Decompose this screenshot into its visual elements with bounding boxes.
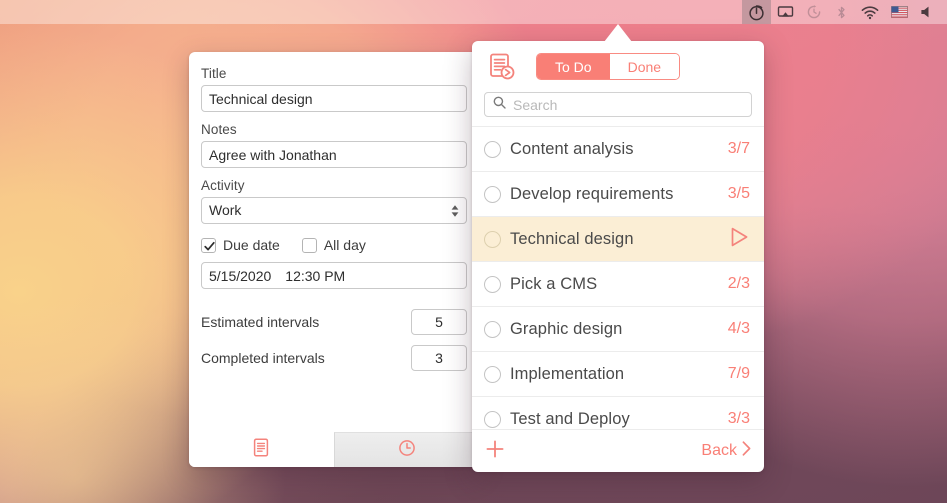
- task-title: Implementation: [510, 364, 625, 383]
- popover-arrow: [604, 24, 632, 42]
- task-row-selected[interactable]: Technical design: [472, 216, 764, 261]
- volume-icon[interactable]: [914, 0, 939, 24]
- completed-intervals-label: Completed intervals: [201, 350, 325, 366]
- input-flag-icon[interactable]: [885, 0, 914, 24]
- task-title: Test and Deploy: [510, 409, 630, 428]
- task-title: Graphic design: [510, 319, 623, 338]
- task-interval-count: 3/7: [727, 140, 750, 157]
- task-row[interactable]: Content analysis 3/7: [472, 126, 764, 171]
- estimated-intervals-row: Estimated intervals 5: [201, 309, 467, 335]
- clock-icon: [398, 439, 416, 462]
- task-row[interactable]: Implementation 7/9: [472, 351, 764, 396]
- due-time-value: 12:30 PM: [285, 267, 346, 284]
- title-label: Title: [201, 66, 227, 81]
- task-complete-radio[interactable]: [484, 275, 501, 293]
- task-list-popover: To Do Done Search Content analysis 3/7 D…: [472, 41, 764, 472]
- segment-done[interactable]: Done: [609, 54, 680, 79]
- activity-select[interactable]: Work: [201, 197, 467, 224]
- editor-tab-bar: [189, 432, 479, 467]
- search-container: Search: [472, 92, 764, 126]
- due-date-value: 5/15/2020: [209, 267, 272, 284]
- chevron-right-icon: [741, 440, 752, 462]
- tab-history[interactable]: [333, 432, 479, 467]
- document-icon: [253, 438, 269, 462]
- time-machine-icon[interactable]: [800, 0, 828, 24]
- all-day-label: All day: [323, 237, 366, 253]
- wifi-icon[interactable]: [855, 0, 885, 24]
- completed-intervals-row: Completed intervals 3: [201, 345, 467, 371]
- bluetooth-icon[interactable]: [828, 0, 855, 24]
- all-day-checkbox[interactable]: [301, 237, 317, 253]
- timer-app-icon[interactable]: [742, 0, 771, 24]
- task-complete-radio[interactable]: [484, 320, 501, 338]
- activity-label: Activity: [201, 178, 245, 193]
- task-title: Develop requirements: [510, 184, 674, 203]
- task-list: Content analysis 3/7 Develop requirement…: [472, 126, 764, 429]
- play-icon[interactable]: [728, 226, 750, 253]
- notes-label: Notes: [201, 122, 237, 137]
- task-title: Content analysis: [510, 139, 634, 158]
- task-editor-form: Title Notes Activity Work: [189, 52, 479, 371]
- popover-footer: Back: [472, 429, 764, 472]
- task-editor-window: Title Notes Activity Work: [189, 52, 479, 467]
- popover-header: To Do Done: [472, 41, 764, 92]
- estimated-intervals-input[interactable]: 5: [411, 309, 467, 335]
- all-day-checkbox-group[interactable]: All day: [301, 237, 366, 253]
- tab-details[interactable]: [189, 432, 334, 467]
- task-title: Pick a CMS: [510, 274, 598, 293]
- task-document-play-icon[interactable]: [486, 51, 518, 83]
- desktop-screen: Title Notes Activity Work: [0, 0, 947, 503]
- search-icon: [493, 96, 506, 114]
- task-complete-radio[interactable]: [484, 365, 501, 383]
- todo-done-segmented-control: To Do Done: [536, 53, 681, 80]
- task-row[interactable]: Pick a CMS 2/3: [472, 261, 764, 306]
- notes-input[interactable]: [201, 141, 467, 168]
- due-date-checkbox[interactable]: [201, 237, 216, 253]
- task-complete-radio[interactable]: [484, 230, 501, 248]
- task-interval-count: 4/3: [727, 320, 750, 337]
- due-datetime-input[interactable]: 5/15/2020 12:30 PM: [201, 262, 467, 289]
- search-field[interactable]: Search: [484, 92, 752, 117]
- date-options-row: Due date All day: [201, 237, 467, 253]
- search-input[interactable]: Search: [513, 97, 557, 113]
- title-input[interactable]: [201, 85, 467, 112]
- task-title: Technical design: [510, 229, 634, 248]
- task-complete-radio[interactable]: [484, 410, 501, 428]
- airplay-icon[interactable]: [771, 0, 800, 24]
- task-row[interactable]: Test and Deploy 3/3: [472, 396, 764, 429]
- task-interval-count: 3/5: [727, 185, 750, 202]
- plus-icon[interactable]: [484, 438, 506, 465]
- back-button[interactable]: Back: [701, 440, 752, 462]
- task-interval-count: 2/3: [727, 275, 750, 292]
- activity-select-value: Work: [209, 202, 242, 218]
- chevron-updown-icon[interactable]: [450, 203, 460, 219]
- task-complete-radio[interactable]: [484, 140, 501, 158]
- task-complete-radio[interactable]: [484, 185, 501, 203]
- due-date-checkbox-group[interactable]: Due date: [201, 237, 280, 253]
- task-row[interactable]: Graphic design 4/3: [472, 306, 764, 351]
- completed-intervals-input[interactable]: 3: [411, 345, 467, 371]
- estimated-intervals-label: Estimated intervals: [201, 314, 320, 330]
- menu-bar-status-items: [742, 0, 939, 24]
- activity-select-wrap: Work: [201, 197, 467, 224]
- task-interval-count: 3/3: [727, 410, 750, 427]
- task-row[interactable]: Develop requirements 3/5: [472, 171, 764, 216]
- due-date-label: Due date: [223, 237, 280, 253]
- menu-bar: [0, 0, 947, 24]
- segment-todo[interactable]: To Do: [537, 54, 610, 79]
- task-interval-count: 7/9: [727, 365, 750, 382]
- back-label: Back: [701, 442, 737, 459]
